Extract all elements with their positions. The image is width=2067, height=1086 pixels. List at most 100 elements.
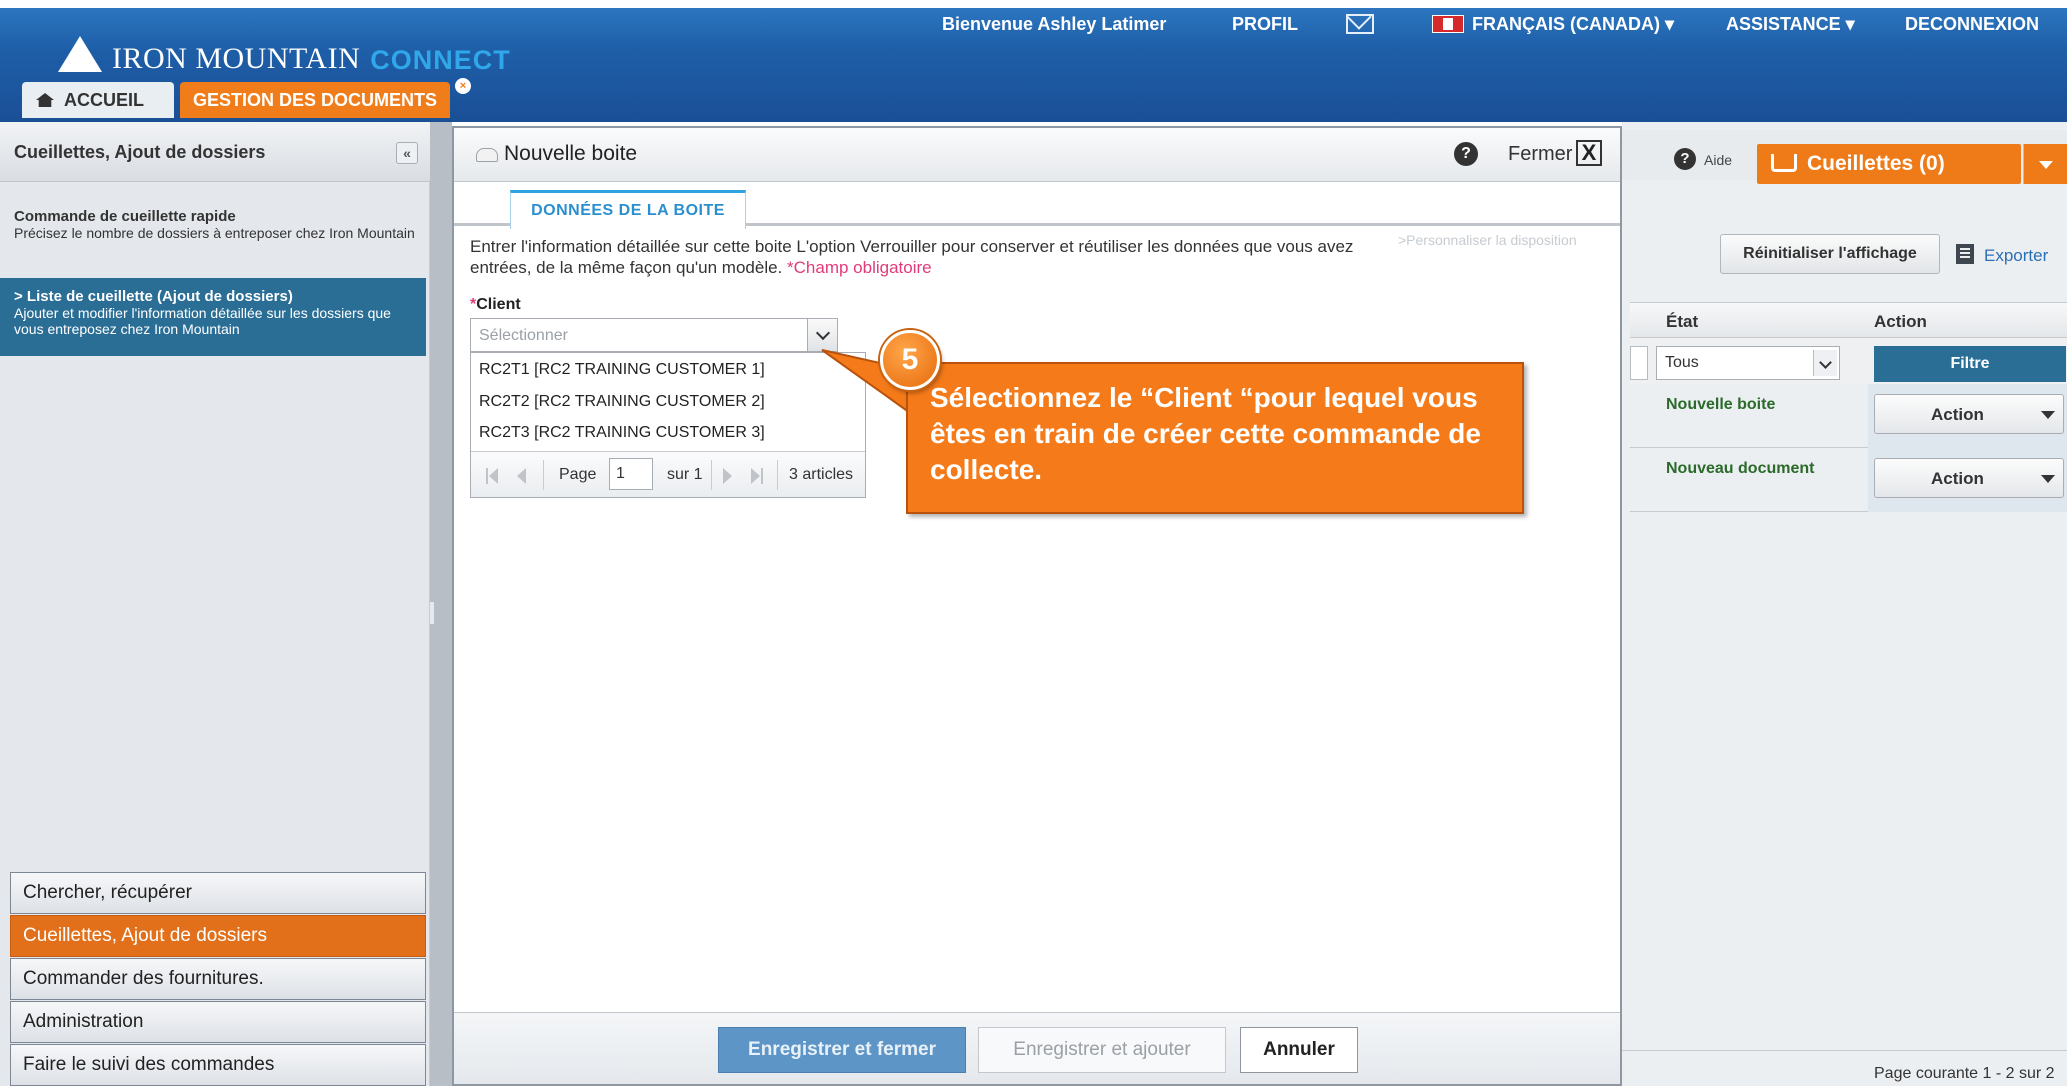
iron-mountain-logo[interactable]: IRON MOUNTAIN CONNECT (58, 24, 511, 76)
chevron-down-icon[interactable] (807, 319, 837, 351)
profile-link[interactable]: PROFIL (1232, 14, 1298, 40)
table-row[interactable]: Nouveau document Action (1630, 448, 2067, 512)
help-link[interactable]: Aide (1704, 152, 1732, 168)
client-option[interactable]: RC2T2 [RC2 TRAINING CUSTOMER 2] (479, 389, 765, 415)
chevron-down-icon (2041, 475, 2055, 483)
left-sidebar: Cueillettes, Ajout de dossiers « Command… (0, 122, 430, 1086)
nav-track-orders[interactable]: Faire le suivi des commandes (10, 1044, 426, 1086)
dialog-tabbar: DONNÉES DE LA BOITE (454, 182, 1620, 229)
next-page-icon[interactable] (723, 468, 732, 484)
table-row[interactable]: Nouvelle boite Action (1630, 384, 2067, 448)
client-label: *Client (470, 296, 521, 314)
collapse-sidebar-icon[interactable]: « (396, 142, 418, 164)
pager-separator (711, 460, 712, 490)
nav-pickups[interactable]: Cueillettes, Ajout de dossiers (10, 915, 426, 957)
customize-layout-link[interactable]: >Personnaliser la disposition (1398, 232, 1577, 248)
column-header-action[interactable]: Action (1874, 312, 1927, 332)
filter-row: Tous Filtre (1630, 338, 2067, 384)
client-placeholder: Sélectionner (479, 327, 568, 344)
assistance-menu[interactable]: ASSISTANCE ▾ (1726, 14, 1855, 40)
column-header-state[interactable]: État (1666, 312, 1698, 332)
dialog-title: Nouvelle boite (504, 142, 638, 165)
canada-flag-icon (1432, 15, 1464, 33)
export-link[interactable]: Exporter (1984, 246, 2048, 266)
nav-search-retrieve[interactable]: Chercher, récupérer (10, 872, 426, 914)
close-icon[interactable]: X (1576, 140, 1602, 166)
chevron-down-icon (2039, 161, 2053, 169)
row-action-label: Action (1931, 469, 1984, 488)
cart-icon (1771, 154, 1797, 172)
export-icon[interactable] (1956, 244, 1974, 264)
reset-view-button[interactable]: Réinitialiser l'affichage (1720, 234, 1940, 274)
dialog-header: Nouvelle boite ? Fermer X (454, 128, 1620, 182)
nav-order-supplies[interactable]: Commander des fournitures. (10, 958, 426, 1000)
step-number-badge: 5 (880, 330, 940, 390)
pager-separator (777, 460, 778, 490)
sidebar-header: Cueillettes, Ajout de dossiers « (0, 122, 430, 182)
row-state: Nouveau document (1666, 460, 1815, 477)
pager-separator (543, 460, 544, 490)
orders-grid-panel: ? Aide Cueillettes (0) Réinitialiser l'a… (1622, 122, 2067, 1086)
tab-box-data[interactable]: DONNÉES DE LA BOITE (510, 190, 746, 229)
row-action-button[interactable]: Action (1874, 458, 2064, 498)
mail-icon[interactable] (1346, 14, 1374, 40)
chevron-down-icon (1813, 350, 1837, 376)
close-label[interactable]: Fermer (1508, 143, 1572, 166)
page-number-input[interactable]: 1 (609, 458, 653, 490)
nav-administration[interactable]: Administration (10, 1001, 426, 1043)
tab-documents-label: GESTION DES DOCUMENTS (192, 89, 438, 110)
sidebar-splitter[interactable] (430, 122, 452, 1086)
page-of-label: sur 1 (667, 466, 703, 483)
callout-text: Sélectionnez le “Client “pour lequel vou… (930, 382, 1481, 485)
quick-pickup-desc: Précisez le nombre de dossiers à entrepo… (14, 225, 415, 241)
tutorial-callout: Sélectionnez le “Client “pour lequel vou… (906, 362, 1524, 514)
sidebar-item-pickup-list[interactable]: > Liste de cueillette (Ajout de dossiers… (0, 278, 426, 356)
row-action-label: Action (1931, 405, 1984, 424)
close-tab-icon[interactable]: × (455, 78, 471, 94)
state-filter-value: Tous (1665, 354, 1699, 371)
first-page-icon[interactable] (486, 468, 498, 484)
brand-name: IRON MOUNTAIN (112, 42, 361, 75)
save-and-add-button[interactable]: Enregistrer et ajouter (978, 1027, 1226, 1073)
last-page-icon[interactable] (751, 468, 763, 484)
client-label-text: Client (476, 296, 521, 313)
filter-button[interactable]: Filtre (1874, 346, 2066, 382)
grid-toolbar: ? Aide Cueillettes (0) (1622, 130, 2067, 184)
state-filter-select[interactable]: Tous (1656, 346, 1840, 380)
logout-link[interactable]: DECONNEXION (1905, 14, 2039, 40)
new-box-dialog: Nouvelle boite ? Fermer X DONNÉES DE LA … (452, 126, 1622, 1086)
pickup-cart-button[interactable]: Cueillettes (0) (1757, 144, 2021, 184)
brand-suffix: CONNECT (370, 45, 511, 75)
help-icon[interactable]: ? (1454, 142, 1478, 166)
language-menu[interactable]: FRANÇAIS (CANADA) ▾ (1432, 14, 1674, 40)
row-action-button[interactable]: Action (1874, 394, 2064, 434)
client-dropdown-list: RC2T1 [RC2 TRAINING CUSTOMER 1] RC2T2 [R… (470, 352, 866, 498)
tab-home[interactable]: ACCUEIL (22, 82, 174, 118)
client-option[interactable]: RC2T3 [RC2 TRAINING CUSTOMER 3] (479, 420, 765, 446)
cart-label: Cueillettes (0) (1807, 152, 1945, 175)
client-option[interactable]: RC2T1 [RC2 TRAINING CUSTOMER 1] (479, 357, 765, 383)
grid-header: État Action (1630, 302, 2067, 338)
sidebar-item-quick-pickup[interactable]: Commande de cueillette rapide Précisez l… (0, 208, 430, 268)
cart-dropdown-button[interactable] (2023, 144, 2067, 184)
filter-input-partial[interactable] (1630, 346, 1648, 380)
pickup-list-title: > Liste de cueillette (Ajout de dossiers… (14, 288, 293, 305)
dialog-footer: Enregistrer et fermer Enregistrer et ajo… (454, 1012, 1620, 1084)
top-header: IRON MOUNTAIN CONNECT Bienvenue Ashley L… (0, 0, 2067, 122)
dialog-description: Entrer l'information détaillée sur cette… (470, 236, 1370, 278)
previous-page-icon[interactable] (517, 468, 526, 484)
cancel-button[interactable]: Annuler (1240, 1027, 1358, 1073)
dropdown-pager: Page 1 sur 1 3 articles (471, 451, 865, 497)
tab-document-management[interactable]: GESTION DES DOCUMENTS (180, 82, 450, 118)
welcome-text: Bienvenue Ashley Latimer (942, 14, 1167, 34)
tab-home-label: ACCUEIL (64, 89, 144, 110)
help-icon[interactable]: ? (1674, 148, 1696, 170)
row-state: Nouvelle boite (1666, 396, 1776, 413)
save-and-close-button[interactable]: Enregistrer et fermer (718, 1027, 966, 1073)
page-info: Page courante 1 - 2 sur 2 (1874, 1065, 2055, 1082)
client-select[interactable]: Sélectionner (470, 318, 838, 352)
home-icon (36, 93, 54, 107)
logo-triangle-icon (58, 36, 102, 72)
box-icon (476, 148, 498, 162)
sidebar-title: Cueillettes, Ajout de dossiers (14, 142, 266, 162)
